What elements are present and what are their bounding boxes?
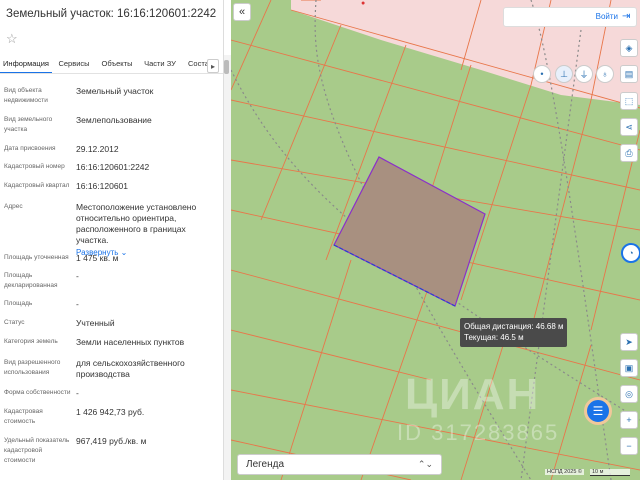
select-area-button[interactable]: ⬚ — [620, 92, 638, 110]
field-value: Местоположение установлено относительно … — [76, 202, 220, 258]
print-icon: ⎙ — [625, 147, 633, 158]
point-tool-button[interactable]: • — [533, 65, 551, 83]
scrollbar-thumb[interactable] — [224, 60, 229, 74]
menu-fab-button[interactable]: ☰ — [584, 397, 612, 425]
geo-button[interactable]: ◎ — [620, 385, 638, 403]
collapse-panel-button[interactable]: « — [233, 3, 251, 21]
field-label: Адрес — [4, 203, 23, 210]
tab-services[interactable]: Сервисы — [52, 54, 96, 73]
field-label: Кадастровый квартал — [4, 182, 70, 189]
legend-label: Легенда — [246, 459, 285, 470]
print-button[interactable]: ⎙ — [620, 144, 638, 162]
field-label: Кадастровая стоимость — [4, 408, 43, 425]
field-label: Форма собственности — [4, 389, 71, 396]
navigation-icon: ➤ — [625, 336, 633, 347]
field-label: Площадь уточненная — [4, 254, 69, 261]
share-icon: ⋖ — [625, 121, 633, 132]
ruler-icon: ⊥ — [560, 68, 568, 79]
chevron-right-icon[interactable]: ▸ — [207, 59, 219, 73]
measure-tooltip: Общая дистанция: 46.68 м Текущая: 46.5 м — [460, 318, 567, 347]
measure-radius-button[interactable]: ♁ — [596, 65, 614, 83]
copyright: НСПД 2025 © — [545, 469, 584, 475]
field-value: 16:16:120601 — [76, 181, 128, 191]
layers-icon: ◈ — [625, 42, 633, 53]
field-value: 1 475 кв. м — [76, 253, 119, 263]
tab-bar: Информация Сервисы Объекты Части ЗУ Сост… — [0, 54, 224, 74]
gosuslugi-button[interactable]: ◔ — [621, 243, 640, 263]
watermark-id: ID 317283865 — [397, 420, 560, 445]
field-label: Вид разрешенного использования — [4, 359, 61, 376]
measure-current: Текущая: 46.5 м — [464, 333, 524, 342]
page-title: Земельный участок: 16:16:120601:2242 — [6, 8, 217, 20]
measure-area-button[interactable]: ⏚ — [575, 65, 593, 83]
field-value: Землепользование — [76, 115, 152, 125]
location-icon: ◎ — [625, 388, 633, 399]
tab-information[interactable]: Информация — [0, 54, 52, 73]
watermark: ЦИАН — [405, 370, 541, 419]
field-label: Дата присвоения — [4, 145, 56, 152]
info-panel: Земельный участок: 16:16:120601:2242 ☆ И… — [0, 0, 224, 480]
tab-land-parts[interactable]: Части ЗУ — [138, 54, 182, 73]
field-value: 1 426 942,73 руб. — [76, 407, 145, 417]
selection-icon: ⬚ — [624, 95, 634, 106]
search-bar[interactable]: Войти ⇥ — [503, 7, 637, 27]
field-label: Удельный показатель кадастровой стоимост… — [4, 437, 70, 464]
layers-button[interactable]: ◈ — [620, 39, 638, 57]
field-label: Кадастровый номер — [4, 163, 65, 170]
chevron-updown-icon: ⌃⌄ — [417, 459, 433, 469]
measure-line-button[interactable]: ⊥ — [555, 65, 573, 83]
dot-icon: • — [540, 69, 544, 79]
measure-total: Общая дистанция: 46.68 м — [464, 322, 564, 331]
star-icon[interactable]: ☆ — [6, 31, 18, 47]
field-value: Учтенный — [76, 318, 115, 328]
field-label: Статус — [4, 319, 25, 326]
field-value: 29.12.2012 — [76, 144, 119, 154]
field-value: - — [76, 299, 79, 309]
field-value: Земельный участок — [76, 86, 154, 96]
monitor-icon: ▣ — [624, 362, 634, 373]
double-chevron-left-icon: « — [238, 6, 246, 18]
tab-objects[interactable]: Объекты — [96, 54, 138, 73]
field-value: Земли населенных пунктов — [76, 337, 185, 347]
field-value: 967,419 руб./кв. м — [76, 436, 147, 446]
menu-icon: ☰ — [592, 404, 604, 418]
screen-button[interactable]: ▣ — [620, 359, 638, 377]
ruler-box-icon: ▤ — [624, 68, 634, 79]
login-button[interactable]: Войти — [596, 12, 618, 21]
field-label: Вид земельного участка — [4, 116, 53, 133]
field-value: для сельскохозяйственного производства — [76, 358, 185, 379]
panel-scrollbar[interactable] — [223, 55, 231, 480]
field-label: Площадь декларированная — [4, 272, 58, 289]
area-icon: ⏚ — [579, 69, 589, 80]
zoom-in-button[interactable]: + — [620, 411, 638, 429]
minus-icon: − — [626, 441, 632, 451]
chat-icon: ◔ — [628, 248, 634, 258]
plus-icon: + — [626, 415, 632, 425]
map-pin-icon[interactable]: ● — [361, 0, 365, 7]
share-button[interactable]: ⋖ — [620, 118, 638, 136]
field-label: Категория земель — [4, 338, 58, 345]
login-icon: ⇥ — [622, 11, 631, 22]
field-value: - — [76, 388, 79, 398]
address-text: Местоположение установлено относительно … — [76, 202, 197, 245]
locate-button[interactable]: ➤ — [620, 333, 638, 351]
field-label: Площадь — [4, 300, 33, 307]
scale-bar: 10 м — [590, 469, 630, 476]
radius-icon: ♁ — [601, 69, 609, 79]
field-value: 16:16:120601:2242 — [76, 162, 150, 172]
field-value: - — [76, 271, 79, 281]
field-label: Вид объекта недвижимости — [4, 87, 48, 104]
zoom-out-button[interactable]: − — [620, 437, 638, 455]
measure-panel-button[interactable]: ▤ — [620, 65, 638, 83]
legend-select[interactable]: Легенда ⌃⌄ — [237, 454, 442, 475]
